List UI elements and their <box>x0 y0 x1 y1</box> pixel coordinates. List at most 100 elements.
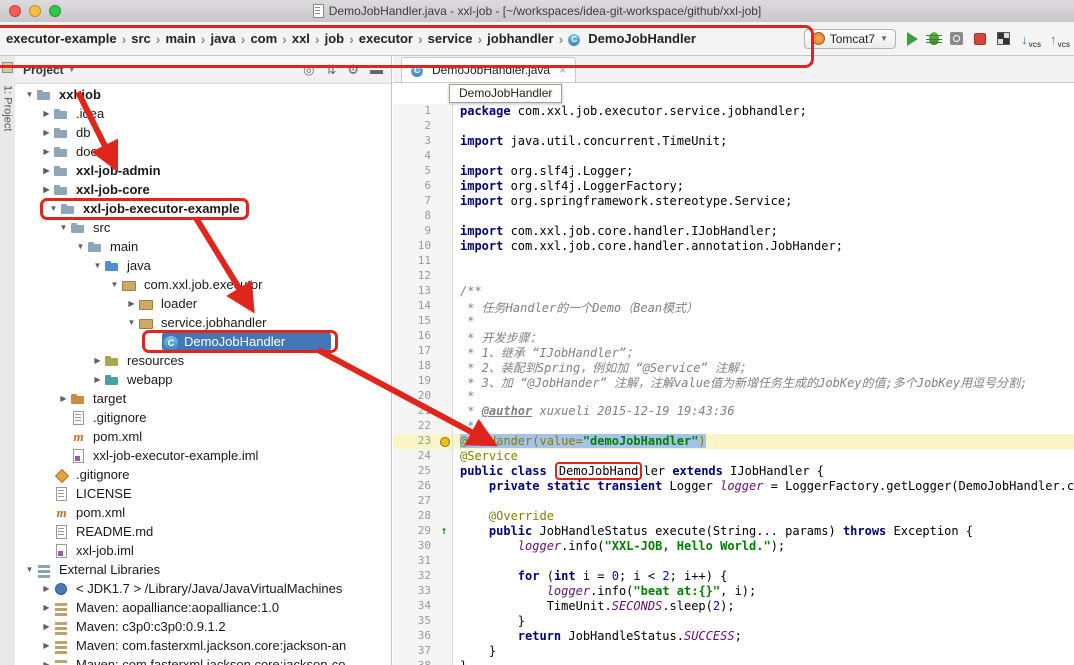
tree-row[interactable]: ▼xxl-job <box>15 85 391 104</box>
breadcrumb-item[interactable]: java <box>210 31 235 46</box>
tree-row[interactable]: .gitignore <box>15 408 391 427</box>
line-number[interactable]: 21 <box>393 404 436 419</box>
line-number[interactable]: 15 <box>393 314 436 329</box>
line-number[interactable]: 4 <box>393 149 436 164</box>
debug-icon[interactable] <box>929 32 939 45</box>
line-number[interactable]: 20 <box>393 389 436 404</box>
code-editor[interactable]: 1package com.xxl.job.executor.service.jo… <box>393 104 1074 665</box>
code-line[interactable]: 2 <box>393 119 1074 134</box>
code-line[interactable]: 35 } <box>393 614 1074 629</box>
collapse-all-icon[interactable]: ⇅ <box>325 62 336 78</box>
line-number[interactable]: 1 <box>393 104 436 119</box>
tree-arrow-icon[interactable]: ▼ <box>47 204 60 213</box>
code-line[interactable]: 22 */ <box>393 419 1074 434</box>
code-line[interactable]: 13/** <box>393 284 1074 299</box>
code-line[interactable]: 23@JobHander(value="demoJobHandler") <box>393 434 1074 449</box>
line-number[interactable]: 8 <box>393 209 436 224</box>
line-number[interactable]: 26 <box>393 479 436 494</box>
line-number[interactable]: 11 <box>393 254 436 269</box>
line-number[interactable]: 23 <box>393 434 436 449</box>
tree-row[interactable]: ▶webapp <box>15 370 391 389</box>
tree-row[interactable]: ▼main <box>15 237 391 256</box>
code-line[interactable]: 27 <box>393 494 1074 509</box>
tree-arrow-icon[interactable]: ▶ <box>40 147 53 156</box>
checkered-flag-icon[interactable] <box>997 32 1010 45</box>
code-line[interactable]: 7import org.springframework.stereotype.S… <box>393 194 1074 209</box>
breadcrumb-item[interactable]: executor <box>359 31 413 46</box>
line-number[interactable]: 6 <box>393 179 436 194</box>
line-number[interactable]: 24 <box>393 449 436 464</box>
line-number[interactable]: 2 <box>393 119 436 134</box>
run-icon[interactable] <box>907 32 918 46</box>
code-line[interactable]: 3import java.util.concurrent.TimeUnit; <box>393 134 1074 149</box>
line-number[interactable]: 30 <box>393 539 436 554</box>
tree-row[interactable]: ▶xxl-job-admin <box>15 161 391 180</box>
line-number[interactable]: 34 <box>393 599 436 614</box>
code-line[interactable]: 28 @Override <box>393 509 1074 524</box>
tree-arrow-icon[interactable]: ▼ <box>23 565 36 574</box>
code-line[interactable]: 6import org.slf4j.LoggerFactory; <box>393 179 1074 194</box>
code-line[interactable]: 17 * 1、继承 “IJobHandler”； <box>393 344 1074 359</box>
tree-arrow-icon[interactable]: ▶ <box>125 299 138 308</box>
close-window-button[interactable] <box>9 5 21 17</box>
tree-arrow-icon[interactable]: ▼ <box>125 318 138 327</box>
close-tab-icon[interactable]: × <box>559 63 566 77</box>
line-number[interactable]: 18 <box>393 359 436 374</box>
line-number[interactable]: 3 <box>393 134 436 149</box>
tree-row[interactable]: ▶target <box>15 389 391 408</box>
tree-arrow-icon[interactable]: ▼ <box>57 223 70 232</box>
tree-row[interactable]: ▶doc <box>15 142 391 161</box>
tree-row[interactable]: ▶Maven: aopalliance:aopalliance:1.0 <box>15 598 391 617</box>
tree-arrow-icon[interactable]: ▶ <box>40 584 53 593</box>
code-line[interactable]: 5import org.slf4j.Logger; <box>393 164 1074 179</box>
breadcrumb-item[interactable]: xxl <box>292 31 310 46</box>
tree-arrow-icon[interactable]: ▼ <box>91 261 104 270</box>
code-line[interactable]: 21 * @author xuxueli 2015-12-19 19:43:36 <box>393 404 1074 419</box>
line-number[interactable]: 25 <box>393 464 436 479</box>
zoom-window-button[interactable] <box>49 5 61 17</box>
tree-arrow-icon[interactable]: ▶ <box>40 185 53 194</box>
settings-icon[interactable]: ⚙ <box>347 62 359 78</box>
tree-arrow-icon[interactable]: ▶ <box>40 109 53 118</box>
line-number[interactable]: 9 <box>393 224 436 239</box>
line-number[interactable]: 32 <box>393 569 436 584</box>
tree-row[interactable]: ▶< JDK1.7 > /Library/Java/JavaVirtualMac… <box>15 579 391 598</box>
tree-row[interactable]: ▶Maven: c3p0:c3p0:0.9.1.2 <box>15 617 391 636</box>
tree-row[interactable]: ▼External Libraries <box>15 560 391 579</box>
tree-row[interactable]: ▼src <box>15 218 391 237</box>
code-line[interactable]: 8 <box>393 209 1074 224</box>
tree-arrow-icon[interactable]: ▶ <box>40 641 53 650</box>
tree-row[interactable]: xxl-job.iml <box>15 541 391 560</box>
line-number[interactable]: 5 <box>393 164 436 179</box>
code-line[interactable]: 30 logger.info("XXL-JOB, Hello World."); <box>393 539 1074 554</box>
editor-tab[interactable]: C DemoJobHandler.java × <box>401 57 576 82</box>
code-line[interactable]: 11 <box>393 254 1074 269</box>
tree-row[interactable]: ▶xxl-job-core <box>15 180 391 199</box>
tree-arrow-icon[interactable]: ▶ <box>40 660 53 665</box>
code-line[interactable]: 26 private static transient Logger logge… <box>393 479 1074 494</box>
code-line[interactable]: 9import com.xxl.job.core.handler.IJobHan… <box>393 224 1074 239</box>
line-number[interactable]: 13 <box>393 284 436 299</box>
line-number[interactable]: 10 <box>393 239 436 254</box>
tree-row[interactable]: ▶Maven: com.fasterxml.jackson.core:jacks… <box>15 636 391 655</box>
code-line[interactable]: 10import com.xxl.job.core.handler.annota… <box>393 239 1074 254</box>
breadcrumb-item[interactable]: jobhandler <box>487 31 553 46</box>
code-line[interactable]: 25public class DemoJobHandler extends IJ… <box>393 464 1074 479</box>
line-number[interactable]: 35 <box>393 614 436 629</box>
breadcrumb-item[interactable]: src <box>131 31 151 46</box>
locate-icon[interactable]: ◎ <box>303 62 314 78</box>
code-line[interactable]: 29↑ public JobHandleStatus execute(Strin… <box>393 524 1074 539</box>
line-number[interactable]: 17 <box>393 344 436 359</box>
breadcrumb-item[interactable]: executor-example <box>6 31 117 46</box>
vcs-commit-icon[interactable]: ↑VCS <box>1050 31 1068 47</box>
code-line[interactable]: 16 * 开发步骤： <box>393 329 1074 344</box>
tree-row[interactable]: ▼java <box>15 256 391 275</box>
tree-row[interactable]: mpom.xml <box>15 503 391 522</box>
tree-row[interactable]: xxl-job-executor-example.iml <box>15 446 391 465</box>
breadcrumb-item[interactable]: CDemoJobHandler <box>568 31 696 46</box>
tree-arrow-icon[interactable]: ▶ <box>40 166 53 175</box>
coverage-icon[interactable] <box>950 32 963 45</box>
tree-arrow-icon[interactable]: ▼ <box>108 280 121 289</box>
vcs-update-icon[interactable]: ↓VCS <box>1021 31 1039 47</box>
tree-row[interactable]: ▼com.xxl.job.executor <box>15 275 391 294</box>
